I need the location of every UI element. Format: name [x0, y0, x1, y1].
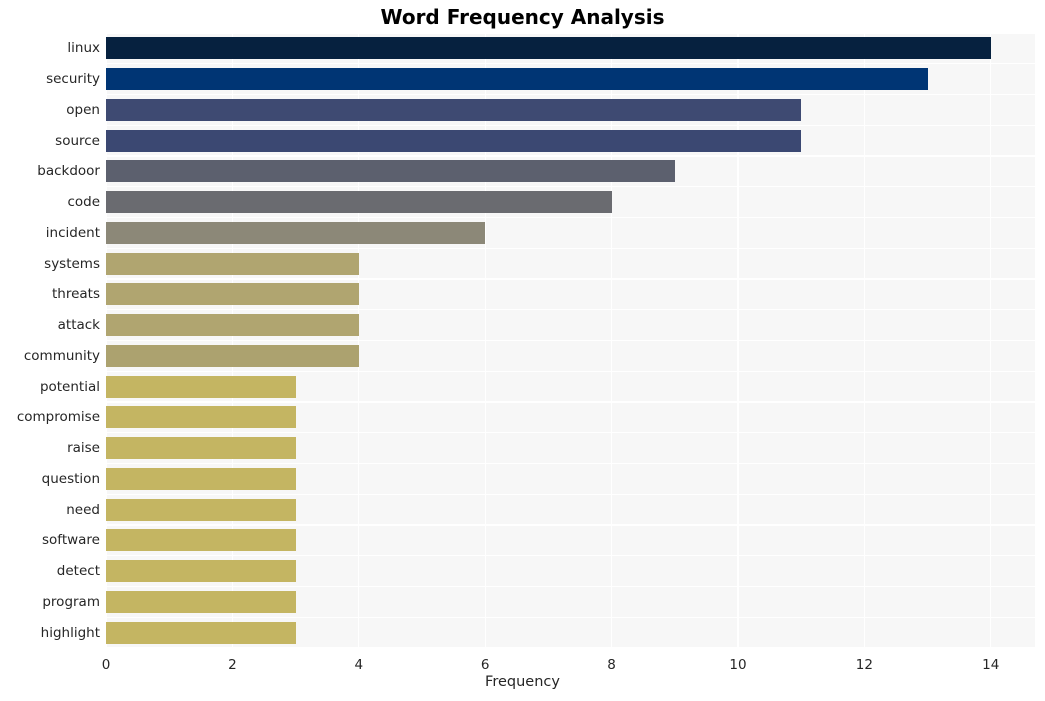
y-axis-tick-label: systems — [44, 255, 100, 272]
y-gridline — [106, 616, 1035, 618]
y-axis-tick-label: detect — [56, 563, 100, 580]
x-axis-tick-label: 14 — [982, 657, 1000, 673]
y-axis-tick-labels: linux security open source backdoor code incid… — [0, 33, 100, 648]
y-axis-tick-label: potential — [39, 378, 100, 395]
y-gridline — [106, 370, 1035, 372]
x-axis-tick-label: 12 — [855, 657, 873, 673]
y-gridline — [106, 462, 1035, 465]
bar — [106, 221, 486, 244]
bar — [106, 375, 296, 398]
y-axis-tick-label: highlight — [40, 624, 100, 641]
y-gridline — [106, 555, 1035, 557]
y-axis-tick-label: code — [67, 194, 100, 211]
y-gridline — [106, 186, 1035, 188]
y-axis-tick-label: compromise — [16, 409, 100, 426]
y-gridline — [106, 63, 1035, 65]
y-gridline — [106, 155, 1035, 157]
y-gridline — [106, 33, 1035, 34]
y-axis-tick-label: security — [46, 71, 100, 88]
bar — [106, 590, 296, 613]
y-axis-tick-label: attack — [57, 317, 100, 334]
bar — [106, 129, 802, 152]
bar — [106, 621, 296, 644]
bar — [106, 68, 928, 91]
bar — [106, 529, 296, 552]
x-axis-tick-label: 4 — [354, 657, 364, 673]
bar — [106, 344, 359, 367]
bar — [106, 498, 296, 521]
y-gridline — [106, 124, 1035, 126]
bar — [106, 252, 359, 275]
y-axis-tick-label: source — [55, 132, 100, 149]
y-axis-tick-label: incident — [45, 224, 100, 241]
y-axis-tick-label: raise — [67, 440, 100, 457]
bar — [106, 283, 359, 306]
x-axis-tick-label: 2 — [228, 657, 237, 673]
bar — [106, 437, 296, 460]
y-gridline — [106, 401, 1035, 403]
bar — [106, 314, 359, 337]
y-gridline — [106, 585, 1035, 588]
y-gridline — [106, 93, 1035, 96]
x-axis-tick-label: 10 — [729, 657, 747, 673]
y-axis-tick-label: question — [41, 470, 100, 487]
x-axis-title: Frequency — [485, 674, 560, 690]
y-gridline — [106, 216, 1035, 219]
y-gridline — [106, 339, 1035, 342]
bar — [106, 406, 296, 429]
bar — [106, 160, 675, 183]
y-axis-tick-label: open — [66, 101, 100, 118]
plot-area — [106, 33, 1035, 648]
y-axis-tick-label: software — [42, 532, 100, 549]
x-axis-tick-label: 8 — [607, 657, 616, 673]
y-gridline — [106, 278, 1035, 280]
bar — [106, 98, 802, 121]
bar — [106, 191, 612, 214]
y-gridline — [106, 247, 1035, 249]
chart-title: Word Frequency Analysis — [380, 5, 665, 29]
bar — [106, 37, 991, 60]
y-gridline — [106, 524, 1035, 526]
bar — [106, 560, 296, 583]
x-axis-tick-label: 6 — [480, 657, 490, 673]
y-gridline — [106, 432, 1035, 434]
y-axis-tick-label: backdoor — [37, 163, 100, 180]
y-axis-tick-label: linux — [67, 40, 100, 57]
bar — [106, 467, 296, 490]
y-axis-tick-label: program — [42, 593, 100, 610]
y-axis-tick-label: threats — [51, 286, 100, 303]
y-gridline — [106, 493, 1035, 495]
y-axis-tick-label: community — [23, 347, 100, 364]
y-gridline — [106, 309, 1035, 311]
y-axis-tick-label: need — [66, 501, 100, 518]
chart-figure: Word Frequency Analysis linux security ope… — [0, 0, 1045, 701]
x-axis-tick-label: 0 — [101, 657, 111, 673]
